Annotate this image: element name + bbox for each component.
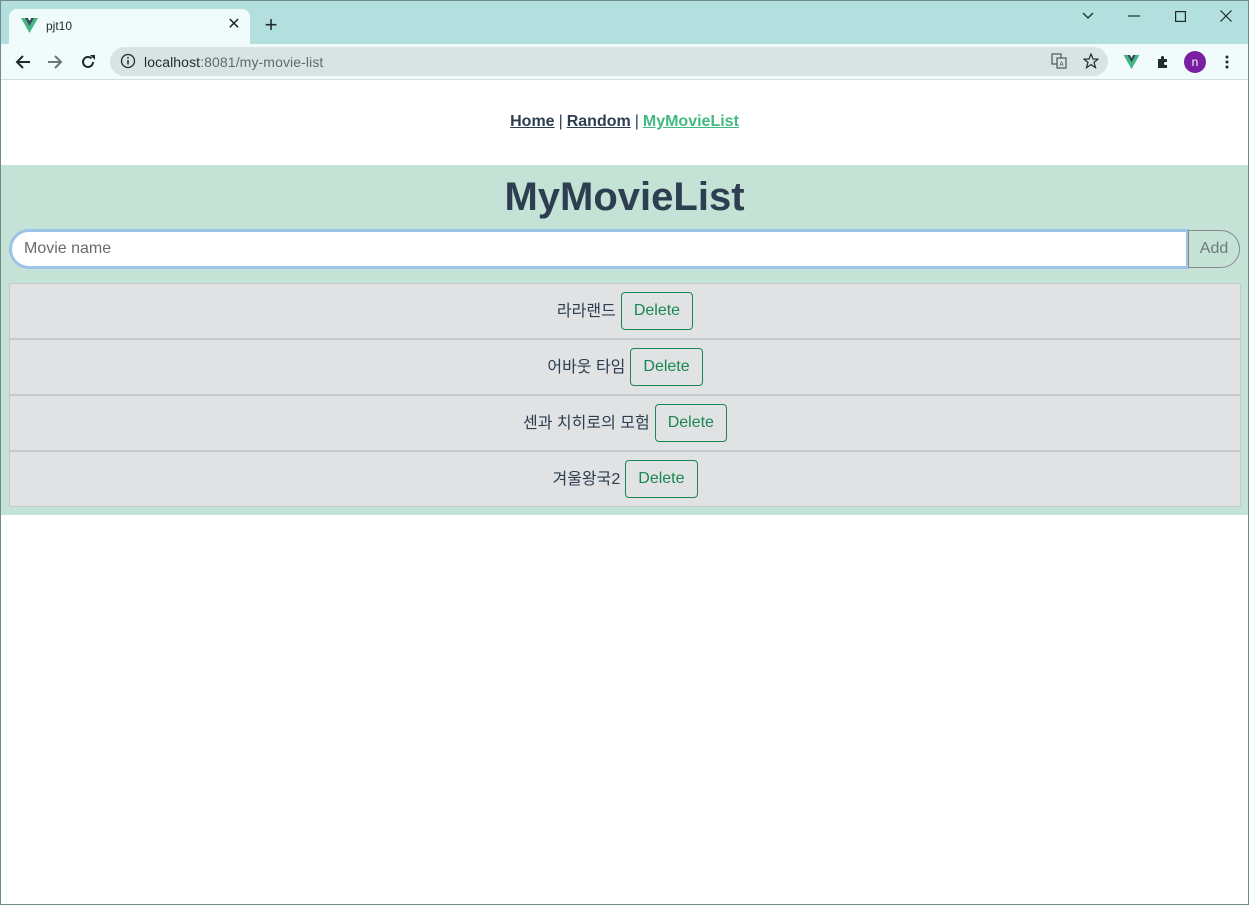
- minimize-icon[interactable]: [1119, 5, 1149, 27]
- tab-strip: pjt10 ✕ +: [1, 1, 1248, 44]
- browser-window: pjt10 ✕ + localhost:8081/my-movie-list A…: [0, 0, 1249, 905]
- new-tab-button[interactable]: +: [260, 14, 282, 36]
- browser-toolbar: localhost:8081/my-movie-list A n: [1, 44, 1248, 80]
- tab-title: pjt10: [46, 19, 73, 33]
- page-title: MyMovieList: [504, 175, 745, 219]
- bookmark-star-icon[interactable]: [1082, 52, 1100, 70]
- profile-avatar[interactable]: n: [1184, 51, 1206, 73]
- movie-list-panel: MyMovieList Add 라라랜드 Delete 어바웃 타임 Delet…: [1, 165, 1248, 515]
- page-content: Home|Random|MyMovieList MyMovieList Add …: [1, 81, 1248, 904]
- back-arrow-icon[interactable]: [11, 50, 35, 74]
- maximize-icon[interactable]: [1165, 5, 1195, 27]
- nav-separator: |: [634, 113, 639, 130]
- reload-icon[interactable]: [76, 50, 100, 74]
- movie-list-item: 겨울왕국2 Delete: [9, 451, 1241, 507]
- movie-name-input[interactable]: [9, 229, 1189, 269]
- extensions-puzzle-icon[interactable]: [1152, 51, 1174, 73]
- add-button[interactable]: Add: [1188, 230, 1240, 268]
- movie-list-item: 라라랜드 Delete: [9, 283, 1241, 339]
- url-text[interactable]: localhost:8081/my-movie-list: [144, 54, 323, 70]
- vue-devtools-icon[interactable]: [1120, 51, 1142, 73]
- address-bar[interactable]: localhost:8081/my-movie-list A: [110, 47, 1108, 76]
- url-host: localhost: [144, 54, 201, 70]
- nav-separator: |: [558, 113, 563, 130]
- kebab-menu-icon[interactable]: [1216, 51, 1238, 73]
- active-tab[interactable]: pjt10 ✕: [9, 9, 250, 44]
- tab-search-icon[interactable]: [1073, 5, 1103, 27]
- movie-list: 라라랜드 Delete 어바웃 타임 Delete 센과 치히로의 모험 Del…: [9, 283, 1241, 507]
- close-window-icon[interactable]: [1211, 5, 1241, 27]
- delete-button[interactable]: Delete: [620, 292, 694, 330]
- movie-list-item: 센과 치히로의 모험 Delete: [9, 395, 1241, 451]
- add-movie-form: Add: [9, 229, 1241, 269]
- delete-button[interactable]: Delete: [654, 404, 727, 442]
- movie-title: 라라랜드: [556, 303, 616, 320]
- nav-link-random[interactable]: Random: [567, 113, 631, 130]
- url-path: :8081/my-movie-list: [200, 54, 324, 70]
- movie-title: 센과 치히로의 모험: [523, 415, 650, 432]
- movie-title: 어바웃 타임: [547, 359, 626, 376]
- delete-button[interactable]: Delete: [630, 348, 703, 386]
- vue-logo-icon: [21, 18, 38, 33]
- movie-title: 겨울왕국2: [552, 471, 621, 488]
- delete-button[interactable]: Delete: [625, 460, 698, 498]
- translate-icon[interactable]: A: [1050, 52, 1068, 70]
- nav-link-home[interactable]: Home: [510, 113, 554, 130]
- site-info-icon[interactable]: [120, 53, 136, 69]
- nav-link-mymovielist[interactable]: MyMovieList: [643, 113, 739, 130]
- forward-arrow-icon[interactable]: [43, 50, 67, 74]
- tab-close-icon[interactable]: ✕: [225, 16, 243, 34]
- movie-list-item: 어바웃 타임 Delete: [9, 339, 1241, 395]
- main-nav: Home | Random | MyMovieList: [1, 113, 1248, 131]
